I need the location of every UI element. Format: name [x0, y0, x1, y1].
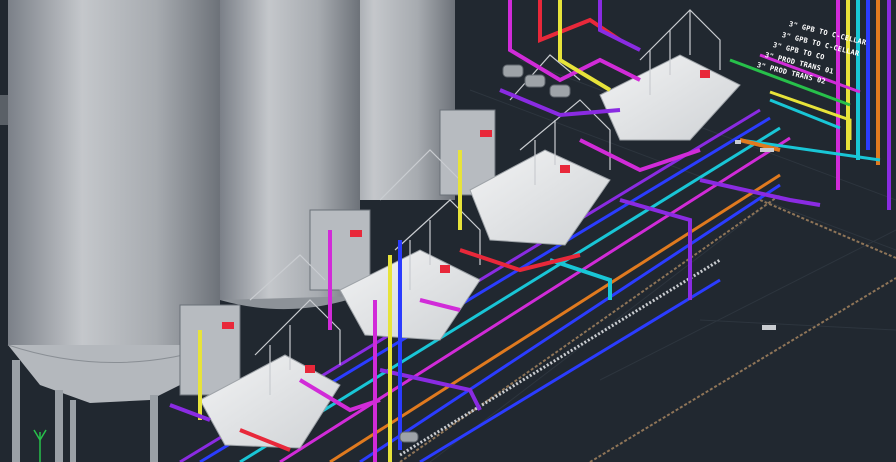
truss-lines [399, 194, 896, 462]
silo-front [8, 0, 220, 345]
vertical-pipes [836, 0, 891, 210]
cad-viewport[interactable]: 3" GPB TO C-CELLAR 3" GPB TO C-CELLAR 3"… [0, 0, 896, 462]
ucs-icon [33, 429, 47, 462]
